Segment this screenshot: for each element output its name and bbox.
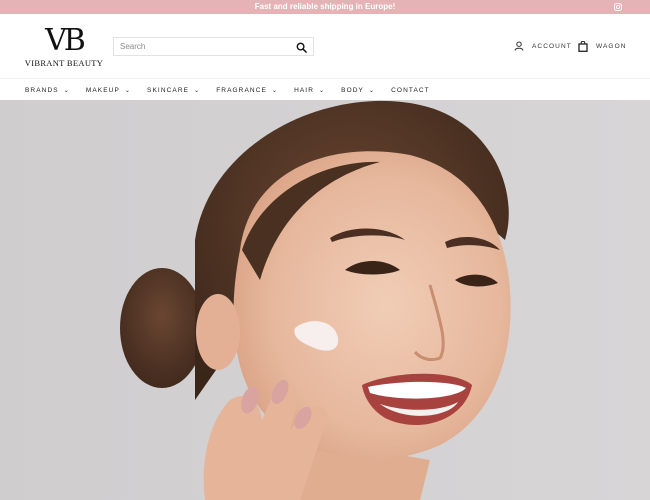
hero-image — [0, 100, 650, 500]
bag-icon — [578, 41, 588, 52]
chevron-down-icon: ⌄ — [194, 87, 201, 94]
nav-item-body[interactable]: BODY ⌄ — [341, 87, 375, 94]
chevron-down-icon: ⌄ — [63, 87, 70, 94]
wagon-link[interactable]: WAGON — [578, 41, 627, 52]
logo-text: VIBRANT BEAUTY — [24, 58, 104, 68]
nav-item-makeup[interactable]: MAKEUP ⌄ — [86, 87, 131, 94]
wagon-label: WAGON — [596, 43, 627, 50]
account-label: ACCOUNT — [532, 42, 572, 50]
search-icon[interactable] — [296, 42, 307, 53]
nav-item-fragrance[interactable]: FRAGRANCE ⌄ — [216, 87, 278, 94]
hero-banner[interactable] — [0, 100, 650, 500]
chevron-down-icon: ⌄ — [124, 87, 132, 94]
chevron-down-icon: ⌄ — [319, 87, 326, 94]
account-link[interactable]: ACCOUNT — [514, 41, 572, 51]
nav-label: MAKEUP — [85, 86, 120, 94]
nav-item-contact[interactable]: CONTACT — [391, 87, 430, 94]
nav-label: SKINCARE — [147, 86, 190, 94]
nav-item-skincare[interactable]: SKINCARE ⌄ — [147, 87, 200, 94]
nav-label: FRAGRANCE — [216, 86, 267, 94]
logo-mark: VB — [45, 23, 86, 58]
search-input[interactable] — [120, 42, 290, 51]
site-header: VB VIBRANT BEAUTY ACCOUNT WAGON — [0, 14, 650, 78]
main-nav: BRANDS ⌄ MAKEUP ⌄ SKINCARE ⌄ FRAGRANCE ⌄ HAI… — [0, 78, 650, 100]
logo[interactable]: VB VIBRANT BEAUTY — [24, 26, 104, 70]
nav-label: BRANDS — [25, 86, 59, 94]
chevron-down-icon: ⌄ — [271, 87, 279, 94]
user-icon — [514, 41, 524, 51]
nav-label: CONTACT — [391, 86, 430, 94]
instagram-icon[interactable] — [614, 3, 622, 11]
nav-label: BODY — [341, 86, 364, 94]
search-bar — [113, 37, 314, 56]
nav-label: HAIR — [294, 86, 315, 94]
nav-item-brands[interactable]: BRANDS ⌄ — [25, 87, 70, 94]
announcement-text: Fast and reliable shipping in Europe! — [254, 2, 396, 11]
nav-item-hair[interactable]: HAIR ⌄ — [294, 87, 325, 94]
announcement-bar: Fast and reliable shipping in Europe! — [0, 0, 650, 14]
chevron-down-icon: ⌄ — [368, 87, 376, 94]
